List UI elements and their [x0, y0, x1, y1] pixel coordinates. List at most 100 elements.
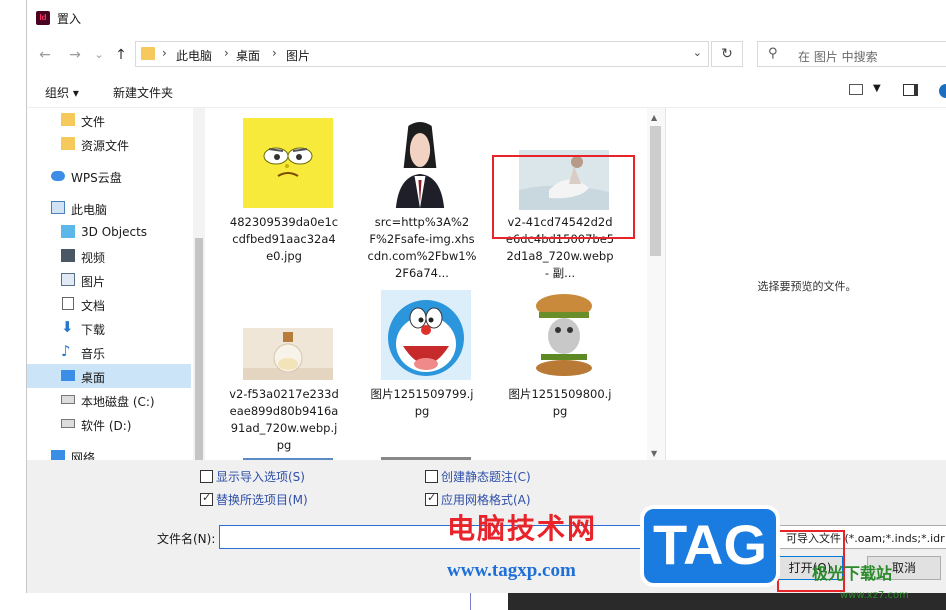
drive-icon	[61, 395, 75, 404]
video-icon	[61, 249, 75, 262]
file-item[interactable]: src=http%3A%2F%2Fsafe-img.xhscdn.com%2Fb…	[367, 118, 477, 288]
back-arrow-icon[interactable]: ←	[35, 45, 55, 65]
view-options-icon[interactable]	[849, 84, 863, 95]
title-bar: Id 置入	[27, 0, 946, 36]
place-dialog: Id 置入 ← → ⌄ ↑ › 此电脑 › 桌面 › 图片 ⌄ ↻ ⚲ 在 图片…	[26, 0, 946, 593]
sidebar-item-pictures[interactable]: 图片	[27, 268, 191, 292]
create-static-caption-label[interactable]: 创建静态题注(C)	[441, 468, 531, 485]
create-static-caption-checkbox[interactable]	[425, 470, 438, 483]
sidebar-item-label: 本地磁盘 (C:)	[81, 395, 155, 409]
file-name: 482309539da0e1ccdfbed91aac32a4e0.jpg	[229, 215, 339, 263]
annotation-highlight-box	[492, 155, 635, 239]
background-divider	[470, 592, 471, 610]
preview-pane: 选择要预览的文件。	[665, 108, 946, 460]
breadcrumb-desktop[interactable]: 桌面	[236, 47, 260, 64]
sidebar-item-network[interactable]: 网络	[27, 444, 191, 460]
sidebar-item-label: 3D Objects	[81, 225, 148, 239]
cat-burger-thumbnail	[519, 290, 609, 380]
sidebar-item-3d-objects[interactable]: 3D Objects	[27, 220, 191, 244]
sidebar-item-software-d[interactable]: 软件 (D:)	[27, 412, 191, 436]
file-item[interactable]: v2-f53a0217e233deae899d80b9416a91ad_720w…	[229, 290, 339, 460]
watermark-corner-logo: 极光下载站	[812, 564, 893, 583]
doraemon-thumbnail	[381, 290, 471, 380]
show-import-options-label[interactable]: 显示导入选项(S)	[216, 468, 305, 485]
forward-arrow-icon[interactable]: →	[65, 45, 85, 65]
sidebar-item-resource-files[interactable]: 资源文件	[27, 132, 191, 156]
breadcrumb-separator-icon: ›	[224, 46, 229, 60]
sidebar-item-this-pc[interactable]: 此电脑	[27, 196, 191, 220]
file-name: src=http%3A%2F%2Fsafe-img.xhscdn.com%2Fb…	[367, 215, 477, 280]
file-item[interactable]: 482309539da0e1ccdfbed91aac32a4e0.jpg	[229, 118, 339, 288]
background-app-strip	[0, 0, 26, 610]
help-icon[interactable]	[939, 84, 946, 98]
sidebar-item-label: 下载	[81, 323, 106, 337]
document-icon	[62, 297, 74, 310]
sidebar-item-label: 文件	[81, 115, 106, 129]
breadcrumb-this-pc[interactable]: 此电脑	[176, 47, 212, 64]
sidebar-item-music[interactable]: ♪ 音乐	[27, 340, 191, 364]
sidebar-item-label: 桌面	[81, 371, 106, 385]
sidebar-item-documents[interactable]: 文档	[27, 292, 191, 316]
computer-icon	[51, 201, 65, 214]
sidebar-item-videos[interactable]: 视频	[27, 244, 191, 268]
apply-grid-format-label[interactable]: 应用网格格式(A)	[441, 491, 531, 508]
up-arrow-icon[interactable]: ↑	[111, 45, 131, 65]
refresh-button[interactable]: ↻	[711, 41, 743, 67]
cube-icon	[61, 225, 75, 238]
new-folder-button[interactable]: 新建文件夹	[113, 84, 173, 101]
scroll-down-arrow-icon[interactable]: ▼	[651, 449, 657, 458]
indesign-app-icon: Id	[36, 11, 50, 25]
file-item[interactable]: 图片1251509800.jpg	[505, 290, 615, 460]
preview-placeholder-text: 选择要预览的文件。	[757, 280, 857, 293]
sidebar-item-desktop[interactable]: 桌面	[27, 364, 191, 388]
file-item[interactable]: 图片1251509799.jpg	[367, 290, 477, 460]
search-placeholder: 在 图片 中搜索	[798, 50, 878, 64]
sidebar-item-wps-cloud[interactable]: WPS云盘	[27, 164, 191, 188]
sidebar-item-label: 网络	[71, 451, 96, 460]
scroll-up-arrow-icon[interactable]: ▲	[651, 113, 657, 122]
recent-locations-chevron-icon[interactable]: ⌄	[89, 45, 109, 65]
apply-grid-format-checkbox[interactable]	[425, 491, 438, 506]
sidebar-scrollbar-thumb[interactable]	[195, 238, 203, 460]
sidebar-item-label: 此电脑	[71, 203, 108, 217]
spongebob-thumbnail	[243, 118, 333, 208]
file-list-scrollbar-thumb[interactable]	[650, 126, 661, 256]
address-dropdown-chevron-icon[interactable]: ⌄	[693, 46, 702, 59]
sidebar-item-label: 软件 (D:)	[81, 419, 132, 433]
filename-label: 文件名(N):	[157, 532, 216, 546]
sidebar-item-label: 资源文件	[81, 139, 130, 153]
breadcrumb-pictures[interactable]: 图片	[286, 47, 310, 64]
folder-icon	[61, 113, 75, 126]
bottle-thumbnail	[243, 328, 333, 380]
desktop-icon	[61, 370, 75, 381]
watermark-tag-logo: TAG	[640, 505, 780, 587]
refresh-icon: ↻	[721, 46, 733, 62]
preview-pane-icon[interactable]	[903, 84, 918, 96]
portrait-thumbnail	[385, 118, 455, 208]
cloud-icon	[51, 171, 65, 181]
replace-selected-item-checkbox[interactable]	[200, 491, 213, 506]
sidebar-item-label: 音乐	[81, 347, 106, 361]
sidebar-item-label: 图片	[81, 275, 106, 289]
replace-selected-item-label[interactable]: 替换所选项目(M)	[216, 491, 308, 508]
sidebar-item-files[interactable]: 文件	[27, 108, 191, 132]
window-title: 置入	[57, 12, 82, 26]
search-icon: ⚲	[768, 46, 778, 61]
folder-icon	[141, 47, 155, 60]
sidebar-item-label: WPS云盘	[71, 171, 122, 185]
organize-menu-button[interactable]: 组织 ▾	[45, 84, 79, 101]
picture-icon	[61, 273, 75, 286]
watermark-site-name: 电脑技术网	[447, 512, 598, 545]
sidebar-item-local-disk-c[interactable]: 本地磁盘 (C:)	[27, 388, 191, 412]
show-import-options-checkbox[interactable]	[200, 470, 213, 483]
music-icon: ♪	[61, 342, 71, 360]
address-bar[interactable]: › 此电脑 › 桌面 › 图片 ⌄	[135, 41, 709, 67]
search-input[interactable]: ⚲ 在 图片 中搜索	[757, 41, 946, 67]
view-dropdown-chevron-icon[interactable]: ▼	[873, 83, 881, 94]
network-icon	[51, 450, 65, 460]
sidebar-item-label: 文档	[81, 299, 106, 313]
breadcrumb-separator-icon: ›	[272, 46, 277, 60]
sidebar-item-downloads[interactable]: ⬇ 下载	[27, 316, 191, 340]
watermark-url: www.tagxp.com	[447, 560, 576, 581]
drive-icon	[61, 419, 75, 428]
